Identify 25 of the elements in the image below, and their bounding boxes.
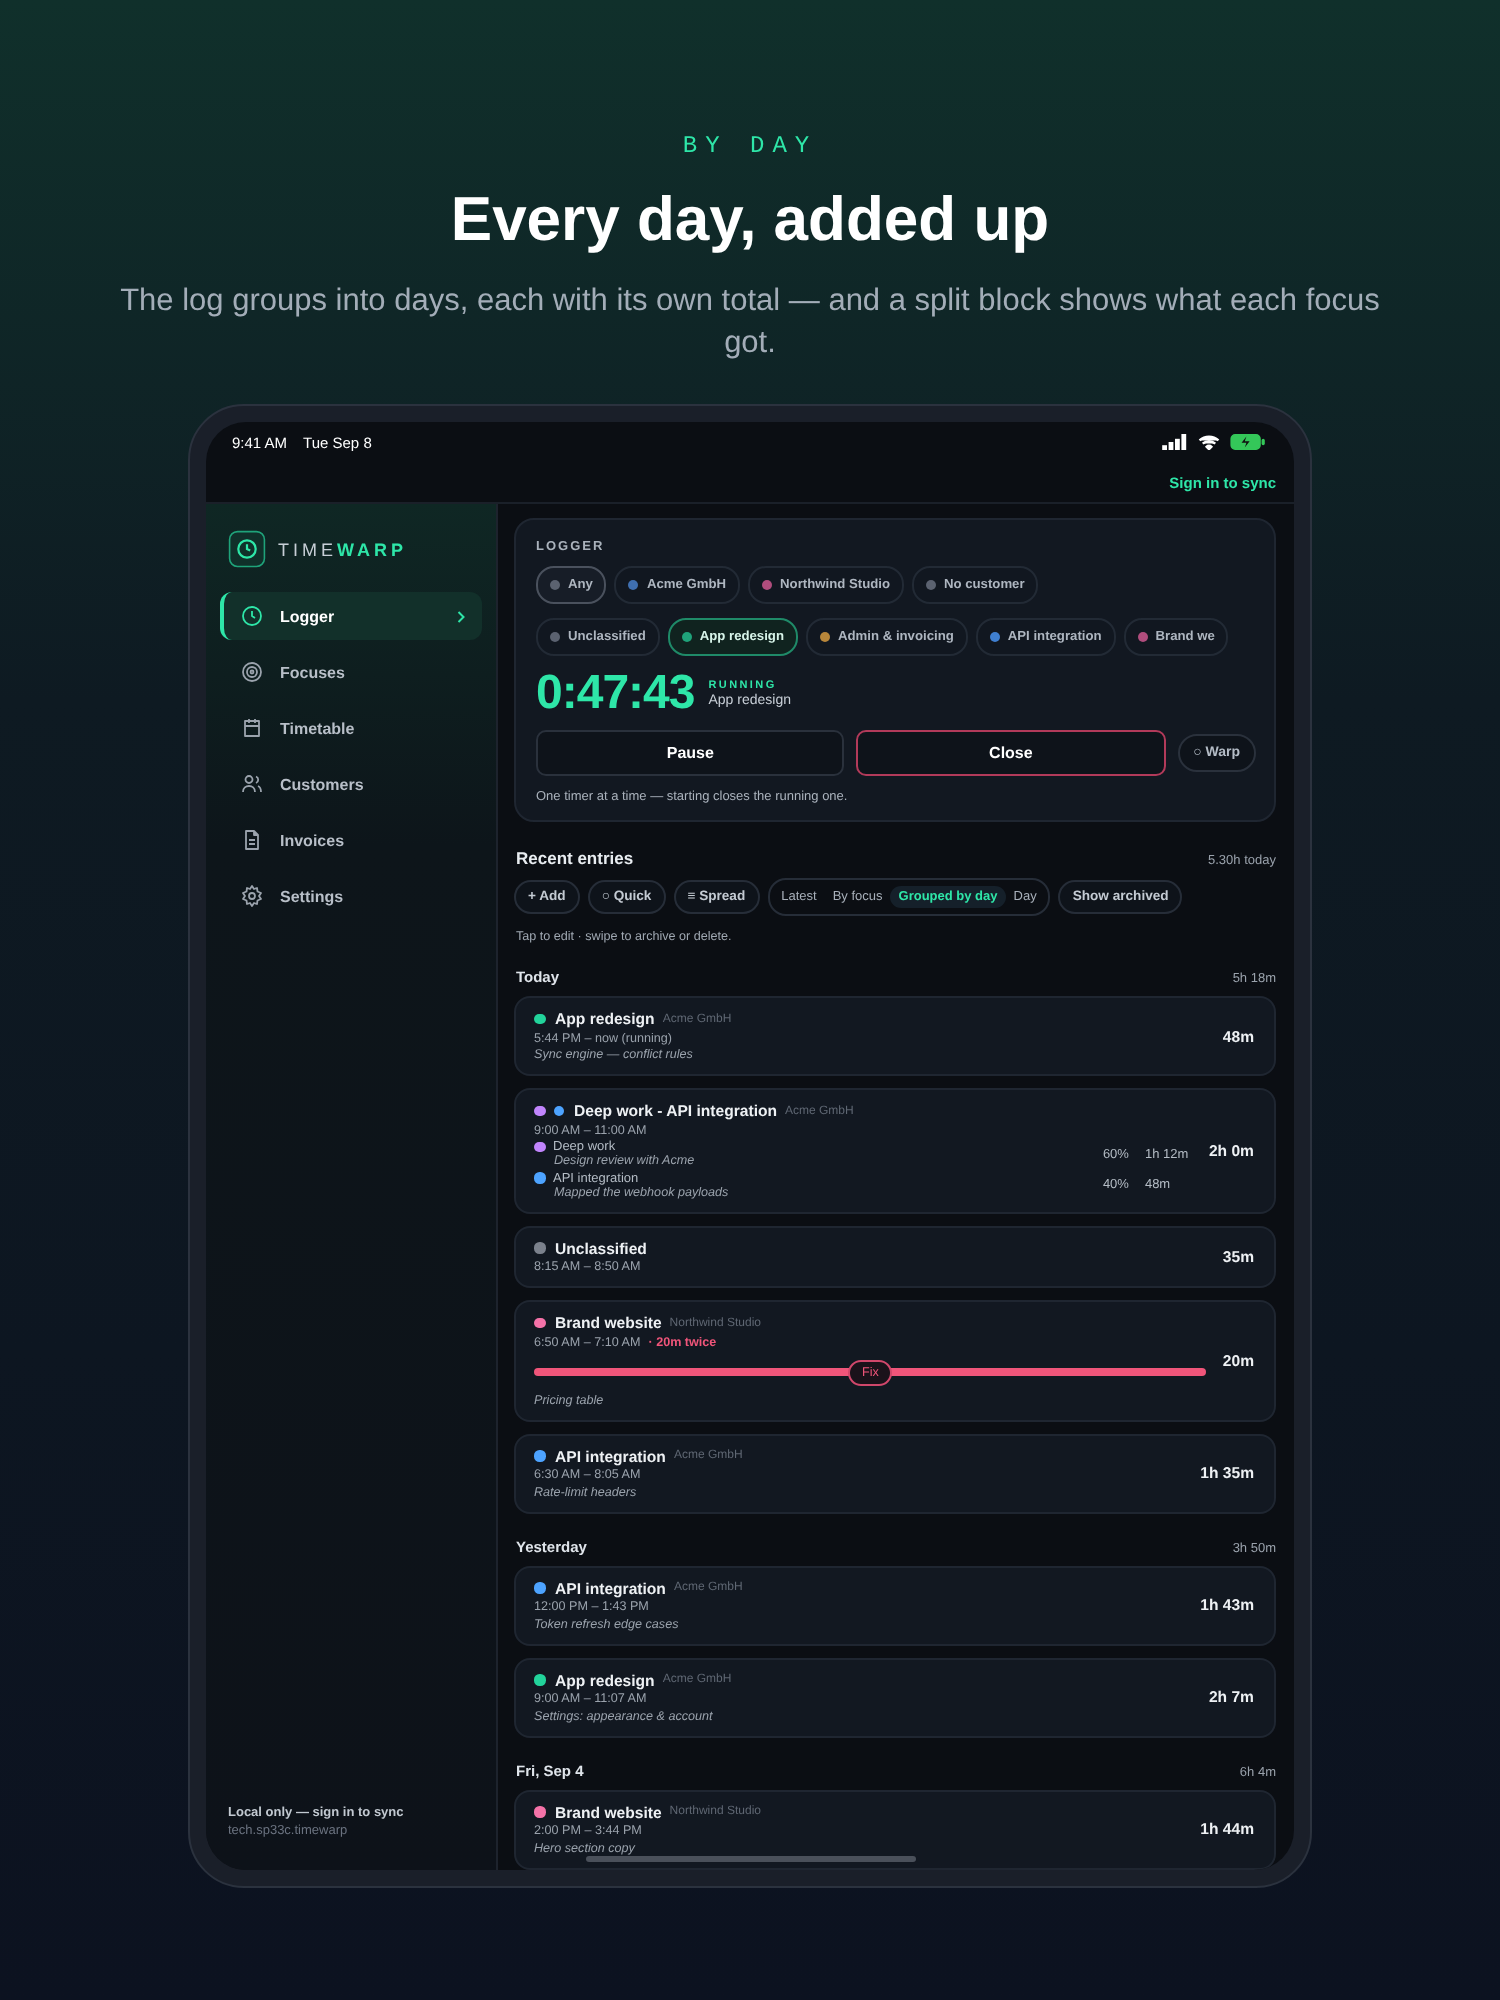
pause-button[interactable]: Pause [536,730,845,776]
section-heading: Recent entries [516,848,634,868]
wifi-icon [1198,434,1220,450]
clock-icon [240,604,264,628]
sidebar-item[interactable]: Customers [220,760,482,808]
signal-icon [1162,434,1188,450]
timer-display: 0:47:43 [536,666,695,722]
eyebrow-label: BY DAY [680,132,820,160]
people-icon [240,772,264,796]
chevron-icon [456,609,466,623]
calendar-icon [240,716,264,740]
battery-icon [1230,434,1266,450]
clock-logo-icon [228,530,266,568]
sidebar-item[interactable]: Logger [220,592,482,640]
document-icon [240,828,264,852]
brand-name: TIME WARP [278,539,407,559]
sidebar-item[interactable]: Invoices [220,816,482,864]
close-button[interactable]: Close [856,730,1166,776]
page-subtitle: The log groups into days, each with its own total — and a split block shows what each focus got. [118,282,1382,364]
sidebar-item[interactable]: Timetable [220,704,482,752]
page-title: Every day, added up [448,184,1052,256]
target-icon [240,660,264,684]
gear-icon [240,884,264,908]
sidebar-item[interactable]: Focuses [220,648,482,696]
sidebar-item[interactable]: Settings [220,872,482,920]
